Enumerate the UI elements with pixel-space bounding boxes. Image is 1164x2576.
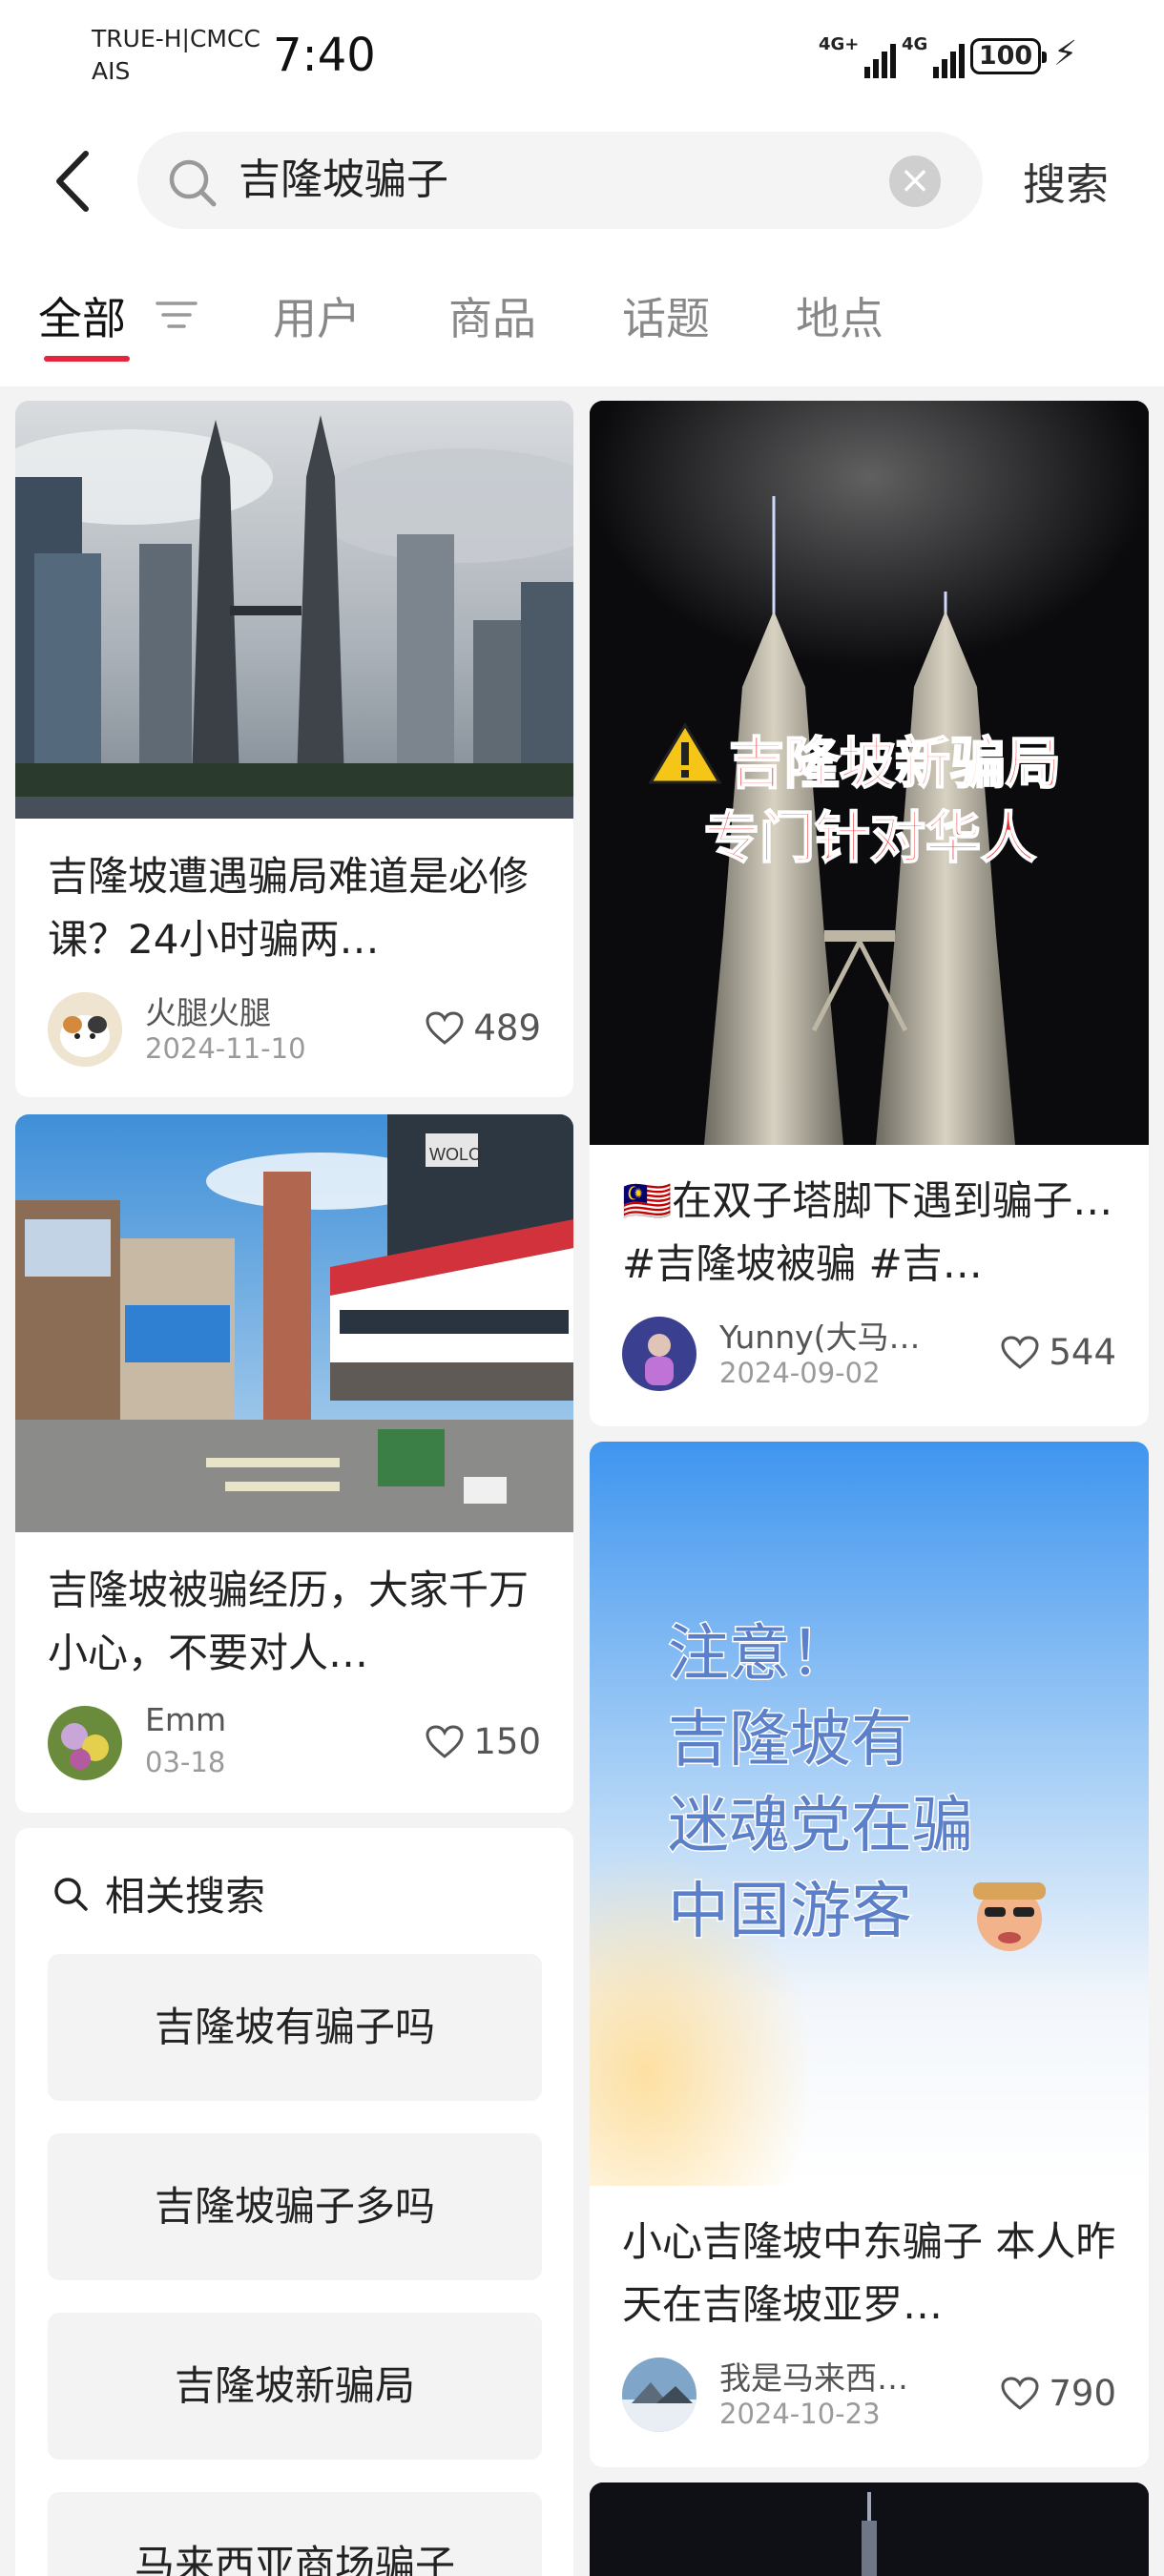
image-overlay-text: 专门针对华人: [704, 805, 1036, 870]
search-icon: [54, 1877, 88, 1911]
post-date: 2024-11-10: [145, 1032, 306, 1065]
post-card[interactable]: 吉隆坡新骗局 专门针对华人 🇲🇾在双子塔脚下遇到骗子…#吉隆坡被骗 #吉… Yu…: [590, 401, 1149, 1426]
post-author: 我是马来西…: [719, 2359, 908, 2397]
image-overlay-text: 吉隆坡新骗局: [729, 731, 1061, 796]
clock: 7:40: [273, 29, 376, 82]
related-search-chip[interactable]: 吉隆坡新骗局: [48, 2313, 542, 2460]
carrier-name-2: AIS: [92, 57, 131, 85]
post-card[interactable]: 注意！ 吉隆坡有 迷魂党在骗 中国游客 小心吉隆坡中东骗子 本人昨天在吉隆坡亚罗…: [590, 1442, 1149, 2467]
clear-icon[interactable]: ×: [889, 156, 941, 207]
like-button[interactable]: 790: [1001, 2373, 1116, 2414]
post-title: 吉隆坡遭遇骗局难道是必修课？24小时骗两…: [48, 853, 530, 963]
heart-icon: [1001, 1335, 1039, 1369]
related-search-chip[interactable]: 吉隆坡有骗子吗: [48, 1954, 542, 2101]
post-card[interactable]: 吉隆坡遭遇骗局难道是必修课？24小时骗两… 火腿火腿 2024-11-10 48…: [15, 401, 573, 1097]
post-date: 2024-09-02: [719, 1357, 881, 1389]
app-root: TRUE-H|CMCC AIS 7:40 4G+ 4G 100 ⚡ 吉隆坡骗子 …: [0, 0, 1164, 2576]
like-button[interactable]: 489: [426, 1008, 541, 1049]
related-searches-title: 相关搜索: [105, 1873, 266, 1920]
post-date: 2024-10-23: [719, 2398, 881, 2430]
avatar[interactable]: [48, 992, 122, 1067]
signal-2-label: 4G: [902, 34, 928, 54]
sign-text: WOLO: [429, 1145, 482, 1164]
carrier-name-1: TRUE-H|CMCC: [92, 25, 260, 52]
post-card[interactable]: [590, 2483, 1149, 2576]
battery-icon: 100: [970, 38, 1047, 74]
like-count: 790: [1049, 2373, 1116, 2414]
post-title: 吉隆坡被骗经历，大家千万小心，不要对人…: [48, 1567, 530, 1676]
search-icon: [169, 159, 217, 207]
related-search-chip[interactable]: 吉隆坡骗子多吗: [48, 2133, 542, 2280]
image-overlay-text: 中国游客: [668, 1877, 912, 1947]
search-query: 吉隆坡骗子: [239, 156, 448, 204]
carrier-info: TRUE-H|CMCC AIS: [92, 23, 260, 88]
image-overlay-text: 迷魂党在骗: [668, 1791, 973, 1861]
tab-topics[interactable]: 话题: [622, 284, 710, 347]
avatar[interactable]: [622, 2358, 696, 2432]
like-button[interactable]: 150: [426, 1721, 541, 1762]
post-title: 🇲🇾在双子塔脚下遇到骗子…#吉隆坡被骗 #吉…: [622, 1177, 1113, 1287]
back-button[interactable]: [50, 148, 97, 215]
avatar[interactable]: [48, 1706, 122, 1780]
signal-1-label: 4G+: [819, 34, 860, 54]
tab-all[interactable]: 全部: [38, 284, 126, 347]
search-input[interactable]: 吉隆坡骗子 ×: [137, 132, 983, 229]
like-count: 150: [473, 1721, 541, 1762]
post-author: 火腿火腿: [145, 994, 271, 1031]
image-overlay-text: 注意！: [668, 1619, 851, 1690]
post-card[interactable]: WOLO 吉隆坡被骗经历，大家千万小心，不要对人… Emm 03-18 150: [15, 1114, 573, 1813]
charging-icon: ⚡: [1053, 34, 1078, 73]
top-header: TRUE-H|CMCC AIS 7:40 4G+ 4G 100 ⚡ 吉隆坡骗子 …: [0, 0, 1164, 386]
tab-products[interactable]: 商品: [448, 284, 536, 347]
heart-icon: [1001, 2376, 1039, 2410]
search-button[interactable]: 搜索: [1023, 150, 1109, 212]
image-overlay-text: 吉隆坡有: [668, 1705, 912, 1776]
related-searches: 相关搜索 吉隆坡有骗子吗 吉隆坡骗子多吗 吉隆坡新骗局 马来西亚商场骗子: [15, 1828, 573, 2576]
post-title: 小心吉隆坡中东骗子 本人昨天在吉隆坡亚罗…: [622, 2218, 1116, 2328]
post-image: [15, 401, 573, 819]
chevron-left-icon: [56, 151, 89, 212]
heart-icon: [426, 1724, 464, 1758]
post-image: [590, 2483, 1149, 2576]
tab-places[interactable]: 地点: [796, 284, 883, 347]
signal-1-icon: 4G+: [819, 34, 897, 78]
tab-bar: 全部 用户 商品 话题 地点: [0, 277, 1164, 372]
related-searches-heading: 相关搜索: [52, 1864, 265, 1922]
post-date: 03-18: [145, 1746, 226, 1778]
post-image: 吉隆坡新骗局 专门针对华人: [590, 401, 1149, 1145]
avatar[interactable]: [622, 1317, 696, 1391]
post-image: 注意！ 吉隆坡有 迷魂党在骗 中国游客: [590, 1442, 1149, 2186]
signal-2-icon: 4G: [902, 34, 966, 78]
post-author: Emm: [145, 1701, 227, 1738]
like-count: 489: [473, 1008, 541, 1049]
like-count: 544: [1049, 1332, 1116, 1373]
tab-users[interactable]: 用户: [273, 284, 361, 347]
post-author: Yunny(大马…: [719, 1319, 921, 1356]
heart-icon: [426, 1010, 464, 1045]
filter-icon[interactable]: [156, 296, 197, 334]
related-search-chip[interactable]: 马来西亚商场骗子: [48, 2492, 542, 2576]
active-tab-indicator: [44, 356, 130, 362]
status-bar: TRUE-H|CMCC AIS 7:40 4G+ 4G 100 ⚡: [0, 0, 1164, 114]
post-image: WOLO: [15, 1114, 573, 1532]
like-button[interactable]: 544: [1001, 1332, 1116, 1373]
